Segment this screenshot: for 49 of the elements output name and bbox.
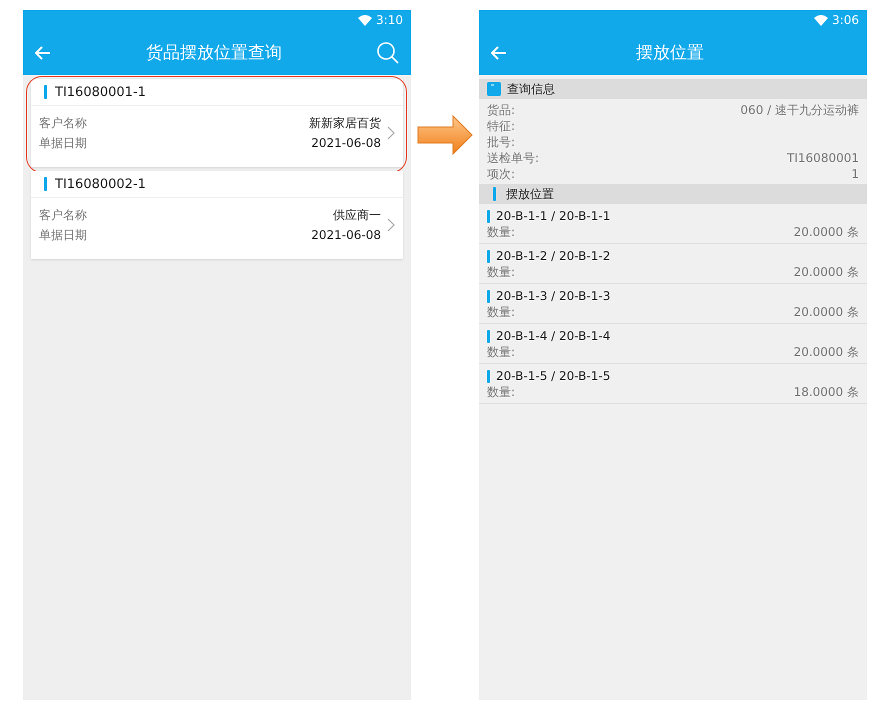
info-value: 1 <box>851 166 859 182</box>
wifi-icon <box>358 14 372 26</box>
quantity-value: 20.0000 条 <box>794 224 859 240</box>
info-label: 特征: <box>487 118 516 134</box>
location-code: 20-B-1-2 / 20-B-1-2 <box>496 248 610 264</box>
location-code: 20-B-1-3 / 20-B-1-3 <box>496 288 610 304</box>
field-value: 新新家居百货 <box>309 115 381 132</box>
search-icon[interactable] <box>377 42 399 64</box>
quantity-value: 18.0000 条 <box>794 384 859 400</box>
quantity-label: 数量: <box>487 304 516 320</box>
quantity-label: 数量: <box>487 264 516 280</box>
field-label: 客户名称 <box>39 115 87 132</box>
back-arrow-icon[interactable] <box>491 46 507 60</box>
record-card[interactable]: TI16080002-1 客户名称 供应商一 单据日期 2021-06-08 <box>31 171 403 259</box>
location-code: 20-B-1-5 / 20-B-1-5 <box>496 368 610 384</box>
quantity-value: 20.0000 条 <box>794 344 859 360</box>
record-code: TI16080001-1 <box>55 84 146 100</box>
status-time: 3:06 <box>832 13 859 27</box>
info-label: 货品: <box>487 102 516 118</box>
location-code: 20-B-1-1 / 20-B-1-1 <box>496 208 610 224</box>
field-value: 2021-06-08 <box>311 227 381 244</box>
arrow-drawing <box>417 115 473 155</box>
info-label: 项次: <box>487 166 516 182</box>
chevron-icon <box>387 126 395 140</box>
field-value: 2021-06-08 <box>311 135 381 152</box>
info-value: TI16080001 <box>787 150 859 166</box>
screen-title: 货品摆放位置查询 <box>145 42 283 64</box>
section-title: 摆放位置 <box>506 186 554 202</box>
location-code: 20-B-1-4 / 20-B-1-4 <box>496 328 610 344</box>
field-label: 单据日期 <box>39 227 87 244</box>
quantity-label: 数量: <box>487 224 516 240</box>
quantity-value: 20.0000 条 <box>794 304 859 320</box>
wifi-icon <box>814 14 828 26</box>
quantity-label: 数量: <box>487 344 516 360</box>
info-label: 批号: <box>487 134 516 150</box>
screen-title: 摆放位置 <box>635 42 705 64</box>
field-label: 单据日期 <box>39 135 87 152</box>
quantity-label: 数量: <box>487 384 516 400</box>
document-icon <box>487 82 501 96</box>
quantity-value: 20.0000 条 <box>794 264 859 280</box>
info-value: 060 / 速干九分运动裤 <box>740 102 859 118</box>
record-code: TI16080002-1 <box>55 176 146 192</box>
status-time: 3:10 <box>376 13 403 27</box>
section-title: 查询信息 <box>507 80 555 98</box>
field-label: 客户名称 <box>39 207 87 224</box>
chevron-icon <box>387 218 395 232</box>
back-arrow-icon[interactable] <box>35 46 51 60</box>
field-value: 供应商一 <box>333 207 381 224</box>
info-label: 送检单号: <box>487 150 540 166</box>
